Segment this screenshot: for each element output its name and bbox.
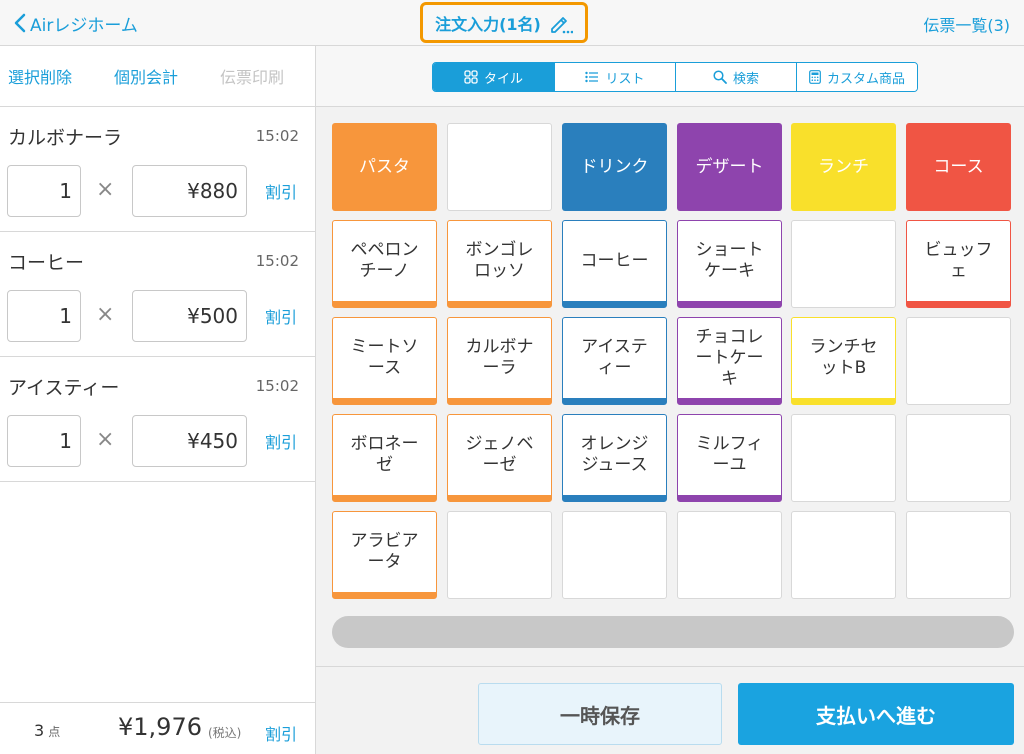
category-tile[interactable]: パスタ: [332, 123, 437, 211]
tile-grid-icon: [464, 70, 478, 84]
empty-tile: [562, 511, 667, 599]
tab-list-label: リスト: [605, 71, 645, 87]
menu-item-tile[interactable]: コーヒー: [562, 220, 667, 308]
empty-tile: [447, 123, 552, 211]
menu-item-tile[interactable]: ジェノベ ーゼ: [447, 414, 552, 502]
horizontal-scrollbar[interactable]: [332, 616, 1014, 648]
empty-tile: [906, 511, 1011, 599]
menu-item-tile[interactable]: アラビア ータ: [332, 511, 437, 599]
delete-selected-button[interactable]: 選択削除: [8, 64, 72, 88]
app-root: Airレジホーム 注文入力(1名) 伝票一覧(3) 選択削除 個別会計 伝票印刷…: [0, 0, 1024, 754]
tab-custom-item[interactable]: カスタム商品: [796, 63, 917, 91]
list-icon: [585, 71, 599, 83]
price-field[interactable]: ¥500: [132, 290, 247, 342]
action-footer: 一時保存 支払いへ進む: [316, 666, 1024, 754]
calculator-icon: [809, 70, 821, 84]
category-tile[interactable]: デザート: [677, 123, 782, 211]
multiply-symbol: ×: [96, 427, 115, 452]
order-panel: 選択削除 個別会計 伝票印刷 カルボナーラ 15:02 1 × ¥880 割引 …: [0, 46, 316, 754]
price-field[interactable]: ¥450: [132, 415, 247, 467]
order-discount-button[interactable]: 割引: [265, 721, 297, 745]
proceed-to-payment-button[interactable]: 支払いへ進む: [738, 683, 1014, 745]
order-list-link[interactable]: 伝票一覧(3): [923, 12, 1010, 36]
price-field[interactable]: ¥880: [132, 165, 247, 217]
multiply-symbol: ×: [96, 302, 115, 327]
tab-tile[interactable]: タイル: [433, 63, 554, 91]
edit-pencil-icon: [550, 16, 573, 33]
item-discount-button[interactable]: 割引: [265, 429, 297, 453]
tax-included-label: (税込): [208, 726, 242, 740]
item-count-value: 3: [34, 721, 45, 740]
order-total: ¥1,976: [118, 713, 202, 741]
quantity-field[interactable]: 1: [7, 290, 81, 342]
category-tile[interactable]: コース: [906, 123, 1011, 211]
empty-tile: [791, 511, 896, 599]
tab-search-label: 検索: [732, 71, 759, 87]
empty-tile: [906, 414, 1011, 502]
multiply-symbol: ×: [96, 177, 115, 202]
item-count-unit: 点: [48, 725, 61, 739]
menu-item-tile[interactable]: チョコレ ートケー キ: [677, 317, 782, 405]
view-tabs-bar: タイル リスト 検索 カスタム商品: [316, 46, 1024, 107]
menu-item-tile[interactable]: ボンゴレ ロッソ: [447, 220, 552, 308]
print-slip-button: 伝票印刷: [220, 68, 285, 87]
item-discount-button[interactable]: 割引: [265, 304, 297, 328]
menu-item-tile[interactable]: アイステ ィー: [562, 317, 667, 405]
order-item[interactable]: カルボナーラ 15:02 1 × ¥880 割引: [0, 107, 315, 232]
top-nav-bar: Airレジホーム 注文入力(1名) 伝票一覧(3): [0, 0, 1024, 46]
menu-item-tile[interactable]: ショート ケーキ: [677, 220, 782, 308]
tab-tile-label: タイル: [483, 71, 523, 87]
view-tabs: タイル リスト 検索 カスタム商品: [432, 62, 918, 92]
order-actions: 選択削除 個別会計 伝票印刷: [0, 46, 315, 107]
order-item-time: 15:02: [255, 127, 299, 145]
order-item-time: 15:02: [255, 377, 299, 395]
split-payment-button[interactable]: 個別会計: [114, 64, 178, 88]
order-title-button[interactable]: 注文入力(1名): [420, 2, 588, 43]
page-title: 注文入力(1名): [435, 14, 541, 34]
item-discount-button[interactable]: 割引: [265, 179, 297, 203]
tab-search[interactable]: 検索: [675, 63, 796, 91]
empty-tile: [447, 511, 552, 599]
category-tile[interactable]: ドリンク: [562, 123, 667, 211]
item-count: 3点: [34, 721, 60, 740]
empty-tile: [677, 511, 782, 599]
order-summary: 3点 ¥1,976 (税込) 割引: [0, 702, 315, 754]
hold-order-button[interactable]: 一時保存: [478, 683, 722, 745]
menu-panel: タイル リスト 検索 カスタム商品 パスタ ドリンク デザート ランチ コース …: [316, 46, 1024, 754]
menu-item-tile[interactable]: ミルフィ ーユ: [677, 414, 782, 502]
menu-item-tile[interactable]: ランチセ ットB: [791, 317, 896, 405]
tab-list[interactable]: リスト: [554, 63, 675, 91]
order-item-time: 15:02: [255, 252, 299, 270]
menu-item-tile[interactable]: オレンジ ジュース: [562, 414, 667, 502]
menu-item-tile[interactable]: ミートソ ース: [332, 317, 437, 405]
empty-tile: [906, 317, 1011, 405]
search-icon: [713, 70, 727, 84]
category-tile[interactable]: ランチ: [791, 123, 896, 211]
menu-item-tile[interactable]: カルボナ ーラ: [447, 317, 552, 405]
quantity-field[interactable]: 1: [7, 165, 81, 217]
order-item[interactable]: アイスティー 15:02 1 × ¥450 割引: [0, 357, 315, 482]
quantity-field[interactable]: 1: [7, 415, 81, 467]
tab-custom-item-label: カスタム商品: [826, 71, 905, 87]
back-button[interactable]: Airレジホーム: [14, 10, 138, 36]
order-item-name: コーヒー: [8, 252, 85, 274]
menu-item-tile[interactable]: ボロネー ゼ: [332, 414, 437, 502]
menu-tile-grid: パスタ ドリンク デザート ランチ コースペペロン チーノ ボンゴレ ロッソ コーヒー ショー…: [332, 123, 1014, 603]
back-button-label: Airレジホーム: [30, 15, 138, 36]
order-item[interactable]: コーヒー 15:02 1 × ¥500 割引: [0, 232, 315, 357]
order-item-name: アイスティー: [8, 377, 120, 399]
order-item-name: カルボナーラ: [8, 127, 123, 149]
menu-item-tile[interactable]: ペペロン チーノ: [332, 220, 437, 308]
empty-tile: [791, 220, 896, 308]
chevron-left-icon: [14, 13, 26, 33]
empty-tile: [791, 414, 896, 502]
menu-item-tile[interactable]: ビュッフ ェ: [906, 220, 1011, 308]
